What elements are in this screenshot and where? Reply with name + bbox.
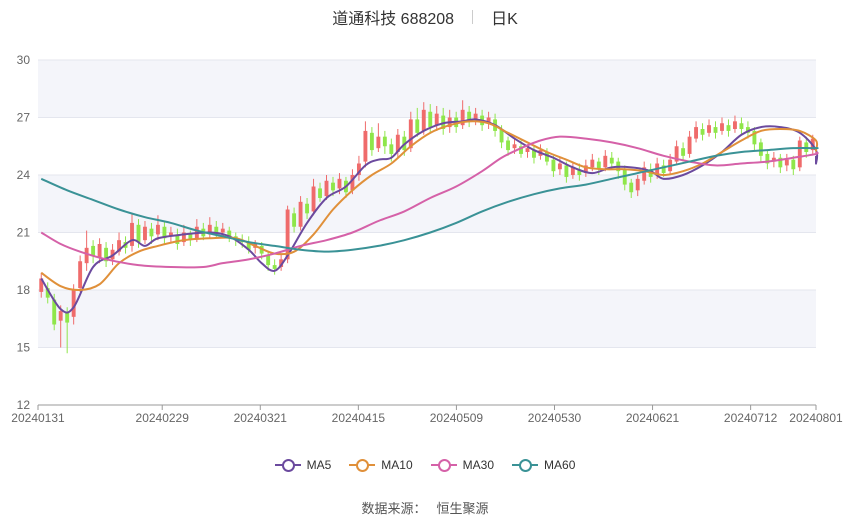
candle-body — [564, 165, 569, 177]
candle-body — [707, 125, 711, 133]
plot-band — [38, 175, 816, 233]
legend-item-ma10[interactable]: MA10 — [349, 458, 413, 472]
x-tick-label: 20240415 — [332, 411, 386, 425]
candle-body — [415, 119, 420, 133]
candle-body — [65, 313, 70, 323]
legend-item-ma60[interactable]: MA60 — [512, 458, 575, 472]
candle-body — [726, 125, 731, 131]
candle-body — [266, 255, 271, 266]
legend-line-icon — [430, 458, 457, 472]
x-tick-label: 20240131 — [11, 411, 65, 425]
candle-body — [220, 228, 225, 233]
candlestick-chart: 12 15 18 21 24 27 30 20240131 20240229 20240321 20… — [11, 53, 843, 425]
candle-body — [337, 178, 342, 189]
candle-body — [720, 123, 724, 131]
candle-body — [298, 201, 303, 227]
legend-label: MA5 — [306, 458, 332, 472]
x-tick-label: 20240509 — [430, 411, 484, 425]
data-source-value: 恒生聚源 — [436, 501, 489, 516]
candle-body — [382, 136, 387, 147]
candle-body — [149, 228, 154, 237]
x-tick-label: 20240712 — [724, 411, 778, 425]
legend-line-icon — [274, 458, 301, 472]
candle-body — [91, 245, 96, 256]
candle-body — [136, 224, 141, 243]
candle-body — [551, 159, 556, 172]
candle-body — [143, 226, 147, 241]
y-tick-label: 15 — [17, 341, 31, 355]
y-tick-label: 27 — [17, 111, 31, 125]
candle-body — [525, 148, 530, 152]
candle-body — [434, 113, 439, 126]
candle-body — [557, 163, 562, 170]
candle-body — [389, 144, 394, 154]
x-tick-label: 20240321 — [234, 411, 288, 425]
candle-body — [428, 111, 433, 128]
candle-body — [78, 261, 83, 289]
legend-line-icon — [349, 458, 376, 472]
candle-body — [130, 222, 134, 246]
legend-item-ma5[interactable]: MA5 — [274, 458, 332, 472]
candle-body — [694, 127, 699, 139]
candle-body — [324, 180, 329, 197]
candle-body — [791, 159, 796, 170]
candle-body — [590, 159, 595, 168]
y-tick-label: 24 — [17, 168, 31, 182]
candle-body — [603, 155, 608, 168]
candle-body — [155, 224, 160, 235]
plot-band — [38, 290, 816, 348]
candle-body — [739, 123, 744, 129]
candle-body — [687, 136, 692, 154]
y-tick-label: 21 — [17, 226, 31, 240]
candle-body — [758, 142, 763, 156]
plot-band — [38, 60, 816, 118]
candle-body — [700, 129, 705, 135]
x-tick-label: 20240801 — [789, 411, 843, 425]
x-tick-label: 20240229 — [136, 411, 190, 425]
candle-body — [97, 244, 102, 258]
candle-body — [408, 119, 413, 149]
candle-body — [58, 311, 63, 321]
legend-label: MA10 — [381, 458, 413, 472]
candle-body — [376, 136, 381, 149]
candle-body — [635, 178, 640, 191]
candle-body — [512, 144, 517, 149]
legend-item-ma30[interactable]: MA30 — [430, 458, 495, 472]
candle-body — [84, 247, 89, 264]
chart-legend: MA5 MA10 MA30 MA60 — [0, 458, 850, 472]
legend-label: MA30 — [462, 458, 495, 472]
y-tick-label: 18 — [17, 283, 31, 297]
candle-body — [369, 132, 374, 151]
candle-body — [609, 157, 614, 164]
x-tick-label: 20240621 — [626, 411, 680, 425]
data-source-label: 数据来源： — [361, 501, 427, 516]
candle-body — [421, 109, 426, 131]
candle-body — [797, 140, 802, 168]
y-tick-label: 30 — [17, 53, 31, 67]
data-source: 数据来源： 恒生聚源 — [0, 498, 850, 517]
candle-body — [318, 188, 322, 198]
candle-body — [311, 186, 316, 212]
candle-body — [363, 130, 368, 162]
candle-body — [305, 203, 310, 214]
x-tick-label: 20240530 — [528, 411, 582, 425]
legend-label: MA60 — [544, 458, 576, 472]
candle-body — [733, 121, 737, 129]
legend-line-icon — [512, 458, 539, 472]
candle-body — [292, 213, 297, 227]
candle-body — [713, 127, 718, 133]
candle-body — [681, 148, 686, 156]
candle-body — [506, 140, 510, 151]
candle-body — [784, 159, 789, 166]
candle-body — [331, 182, 335, 191]
candle-body — [272, 265, 277, 269]
y-tick-label: 12 — [17, 398, 31, 412]
candle-body — [629, 182, 634, 193]
